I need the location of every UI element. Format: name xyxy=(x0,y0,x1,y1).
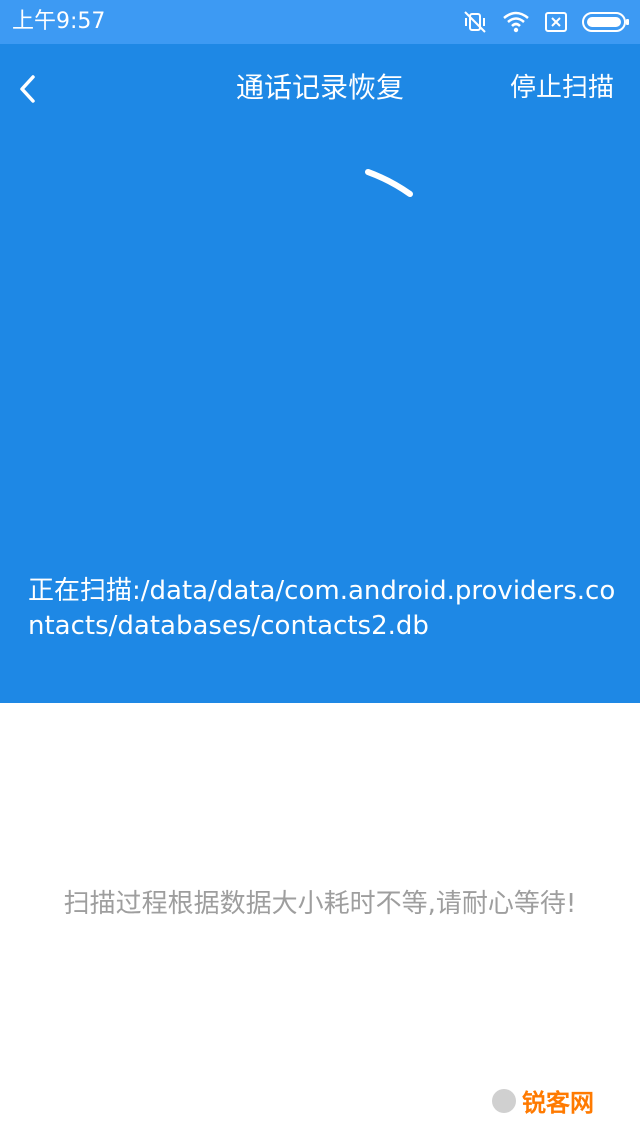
mute-vibrate-icon xyxy=(462,9,488,35)
scan-panel: 通话记录恢复 停止扫描 正在扫描:/data/data/com.android.… xyxy=(0,44,640,703)
scan-progress-text: 正在扫描:/data/data/com.android.providers.co… xyxy=(28,574,618,644)
status-bar: 上午9:57 xyxy=(0,0,640,44)
app-screen: 上午9:57 通话记录恢复 停止扫描 正在扫描:/data/data/com.a… xyxy=(0,0,640,1138)
status-time: 上午9:57 xyxy=(12,9,106,34)
battery-icon xyxy=(582,11,630,33)
loading-spinner-icon xyxy=(365,169,413,197)
watermark-text: 锐客网 xyxy=(522,1089,594,1117)
wait-message: 扫描过程根据数据大小耗时不等,请耐心等待! xyxy=(63,889,577,919)
sim-blocked-icon xyxy=(544,10,568,34)
stop-scan-button[interactable]: 停止扫描 xyxy=(510,70,614,106)
status-icons xyxy=(462,8,630,36)
scan-prefix: 正在扫描: xyxy=(28,576,141,606)
chevron-left-icon xyxy=(20,75,35,103)
watermark: 锐客网 xyxy=(492,1083,594,1118)
watermark-logo-icon xyxy=(492,1088,516,1113)
back-button[interactable] xyxy=(18,64,72,114)
wifi-icon xyxy=(502,10,530,34)
